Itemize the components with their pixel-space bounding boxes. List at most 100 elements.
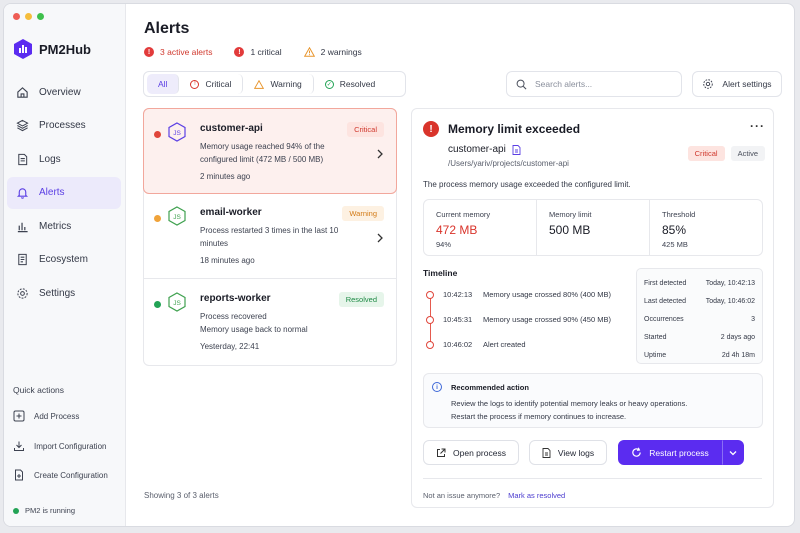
detail-footer: Not an issue anymore? Mark as resolved [423,491,565,500]
nav-item-ecosystem[interactable]: Ecosystem [7,244,121,276]
detail-process: customer-api [448,144,521,155]
window-controls [13,13,44,20]
close-window-button[interactable] [13,13,20,20]
info-value: Today, 10:46:02 [705,297,755,305]
nav-item-settings[interactable]: Settings [7,277,121,309]
summary-critical-text: 1 critical [250,47,282,57]
minimize-window-button[interactable] [25,13,32,20]
svg-text:JS: JS [173,130,181,137]
alert-settings-button[interactable]: Alert settings [692,71,782,97]
nav-item-metrics[interactable]: Metrics [7,210,121,242]
info-row: Started 2 days ago [644,328,755,346]
add-process-button[interactable]: Add Process [13,405,121,427]
info-value: 2d 4h 18m [721,351,755,359]
status-text: PM2 is running [25,506,76,515]
alert-card-email-worker[interactable]: JS email-worker Process restarted 3 time… [144,193,396,279]
recommended-action: i Recommended action Review the logs to … [423,373,763,428]
footer-question: Not an issue anymore? [423,491,501,500]
file-icon [18,153,28,165]
button-label: Open process [453,447,506,458]
gear-icon [17,287,28,299]
nav-item-overview[interactable]: Overview [7,76,121,108]
nav-item-processes[interactable]: Processes [7,110,121,142]
nav-item-alerts[interactable]: Alerts [7,176,121,209]
divider [423,478,762,479]
metric-threshold: Threshold 85% 425 MB [650,200,762,255]
check-circle-icon: ✓ [324,79,334,89]
sidebar-nav: Overview Processes Logs Alerts Metrics E… [7,76,121,311]
alert-name: reports-worker [200,293,271,304]
state-badge: Active [730,146,765,161]
info-value: Today, 10:42:13 [705,279,755,287]
alert-settings-label: Alert settings [722,79,772,89]
timeline-event: 10:42:13 Memory usage crossed 80% (400 M… [426,290,611,299]
maximize-window-button[interactable] [37,13,44,20]
metric-label: Current memory [436,210,491,219]
nav-label: Settings [39,287,76,299]
alert-name: customer-api [200,123,263,134]
info-key: Uptime [644,351,667,359]
metric-value: 500 MB [549,223,591,237]
filter-label: Warning [270,79,302,89]
filter-critical[interactable]: ! Critical [179,74,244,94]
metric-value: 85% [662,223,687,237]
create-configuration-button[interactable]: Create Configuration [13,464,121,486]
summary-warnings-text: 2 warnings [320,47,362,57]
gear-icon [703,79,714,89]
alert-card-reports-worker[interactable]: JS reports-worker Process recovered Memo… [144,279,396,365]
app-logo: PM2Hub [14,39,91,59]
page-title: Alerts [144,20,190,37]
restart-process-button[interactable]: Restart process [618,440,722,465]
import-configuration-button[interactable]: Import Configuration [13,435,121,457]
bar-chart-icon [17,222,28,232]
app-window: PM2Hub Overview Processes Logs Alerts Me… [3,3,795,527]
recommended-line: Restart the process if memory continues … [451,412,627,421]
summary-warnings: 2 warnings [303,47,362,57]
timeline-time: 10:45:31 [443,315,473,324]
timeline-text: Alert created [483,340,526,349]
filter-all[interactable]: All [147,74,180,94]
layers-icon [16,119,29,132]
import-icon [14,441,24,451]
more-options-button[interactable]: ··· [750,119,765,133]
severity-badge: Critical [347,122,384,137]
alert-time: 18 minutes ago [200,256,255,265]
logo-icon [14,39,32,59]
home-icon [17,86,28,98]
button-label: Restart process [649,447,709,458]
chevron-down-icon [729,450,737,455]
detail-title: Memory limit exceeded [448,122,581,136]
info-row: First detected Today, 10:42:13 [644,274,755,292]
filter-resolved[interactable]: ✓ Resolved [314,74,386,94]
summary-critical: ! 1 critical [234,47,282,57]
detail-description: The process memory usage exceeded the co… [423,180,631,189]
alert-summary: ! 3 active alerts ! 1 critical 2 warning… [144,47,362,57]
alert-time: 2 minutes ago [200,172,251,181]
open-process-button[interactable]: Open process [423,440,519,465]
bell-icon [16,188,29,199]
timeline-text: Memory usage crossed 90% (450 MB) [483,315,611,324]
restart-options-dropdown[interactable] [722,440,744,465]
filter-warning[interactable]: Warning [243,74,314,94]
nav-item-logs[interactable]: Logs [7,143,121,175]
info-key: First detected [644,279,687,287]
view-logs-button[interactable]: View logs [529,440,607,465]
alert-detail-panel: ! Memory limit exceeded ··· customer-api… [411,108,774,508]
alert-name: email-worker [200,207,262,218]
alert-time: Yesterday, 22:41 [200,342,260,351]
filter-label: All [158,79,168,89]
alert-description: Process restarted 3 times in the last 10… [200,226,339,248]
file-link-icon[interactable] [512,144,521,155]
search-input[interactable] [535,79,665,89]
info-row: Occurrences 3 [644,310,755,328]
mark-as-resolved-link[interactable]: Mark as resolved [508,491,565,500]
info-key: Started [644,333,667,341]
timeline-dot-icon [426,340,434,349]
chevron-right-icon [377,233,383,243]
metric-current-memory: Current memory 472 MB 94% [424,200,537,255]
alert-description: Memory usage reached 94% of the configur… [200,142,325,164]
check-circle-icon [154,301,161,308]
info-row: Uptime 2d 4h 18m [644,346,755,364]
search-box [506,71,682,97]
alert-card-customer-api[interactable]: JS customer-api Memory usage reached 94%… [143,108,397,194]
